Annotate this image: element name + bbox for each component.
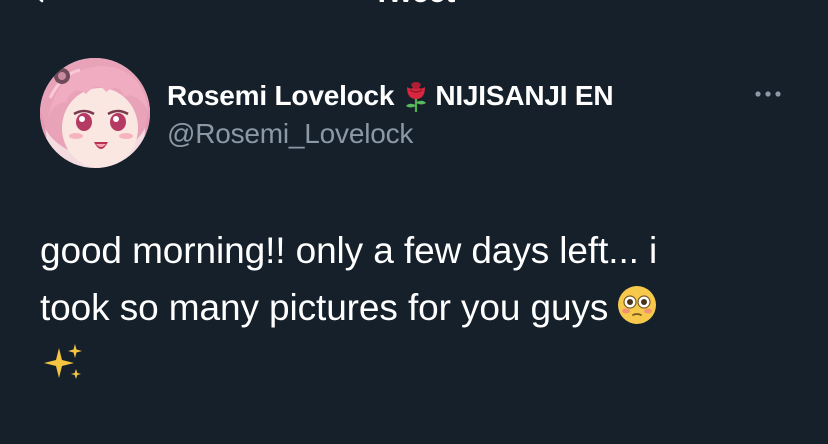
author-name-suffix: NIJISANJI EN	[435, 80, 614, 111]
tweet-line-2-wrap: took so many pictures for you guys	[40, 279, 800, 336]
tweet-detail-page: Tweet	[0, 0, 828, 444]
author-name: Rosemi Lovelock	[167, 80, 395, 111]
more-horizontal-icon[interactable]	[748, 84, 788, 104]
tweet-line-1: good morning!! only a few days left... i	[40, 230, 658, 271]
sparkles-icon	[44, 344, 82, 379]
nav-title: Tweet	[0, 0, 828, 8]
avatar[interactable]	[40, 58, 150, 168]
author-handle[interactable]: @Rosemi_Lovelock	[167, 117, 413, 151]
display-name[interactable]: Rosemi Lovelock NIJISANJI EN	[167, 78, 614, 114]
flushed-face-icon	[618, 286, 657, 324]
rose-icon	[406, 82, 427, 112]
tweet-text: good morning!! only a few days left... i…	[40, 222, 800, 384]
tweet-line-2: took so many pictures for you guys	[40, 287, 609, 328]
top-nav-bar: Tweet	[0, 0, 828, 14]
